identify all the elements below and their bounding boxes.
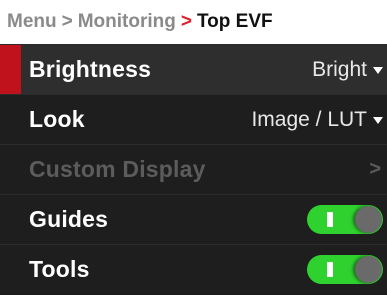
menu-item-custom-display: Custom Display > bbox=[0, 144, 387, 194]
evf-menu-screen: Menu > Monitoring > Top EVF Brightness B… bbox=[0, 0, 387, 295]
brightness-dropdown[interactable]: Bright bbox=[312, 58, 383, 82]
menu-item-label: Custom Display bbox=[29, 156, 206, 182]
selection-indicator bbox=[0, 45, 21, 94]
toggle-on-icon bbox=[327, 262, 333, 277]
tools-toggle[interactable] bbox=[307, 255, 383, 284]
toggle-knob bbox=[355, 256, 382, 283]
menu-item-label: Brightness bbox=[29, 56, 152, 82]
breadcrumb-separator-active: > bbox=[180, 11, 192, 32]
breadcrumb-menu[interactable]: Menu bbox=[7, 11, 57, 33]
menu-item-guides[interactable]: Guides bbox=[0, 194, 387, 244]
caret-down-icon bbox=[373, 67, 383, 74]
look-dropdown[interactable]: Image / LUT bbox=[251, 108, 383, 132]
caret-down-icon bbox=[373, 117, 383, 124]
breadcrumb: Menu > Monitoring > Top EVF bbox=[0, 0, 387, 44]
menu-item-tools[interactable]: Tools bbox=[0, 244, 387, 294]
menu-item-look[interactable]: Look Image / LUT bbox=[0, 94, 387, 144]
dropdown-value: Bright bbox=[312, 57, 367, 81]
menu-list: Brightness Bright Look Image / LUT Custo… bbox=[0, 44, 387, 294]
breadcrumb-monitoring[interactable]: Monitoring bbox=[78, 11, 176, 33]
menu-item-label: Tools bbox=[29, 256, 90, 282]
guides-toggle[interactable] bbox=[307, 205, 383, 234]
toggle-on-icon bbox=[327, 212, 333, 227]
breadcrumb-current-page: Top EVF bbox=[196, 11, 273, 32]
toggle-knob bbox=[355, 206, 382, 233]
breadcrumb-separator: > bbox=[61, 11, 73, 32]
menu-item-label: Guides bbox=[29, 206, 109, 232]
chevron-right-icon: > bbox=[369, 158, 381, 180]
menu-item-label: Look bbox=[29, 106, 85, 132]
menu-item-brightness[interactable]: Brightness Bright bbox=[0, 44, 387, 94]
dropdown-value: Image / LUT bbox=[251, 107, 367, 131]
